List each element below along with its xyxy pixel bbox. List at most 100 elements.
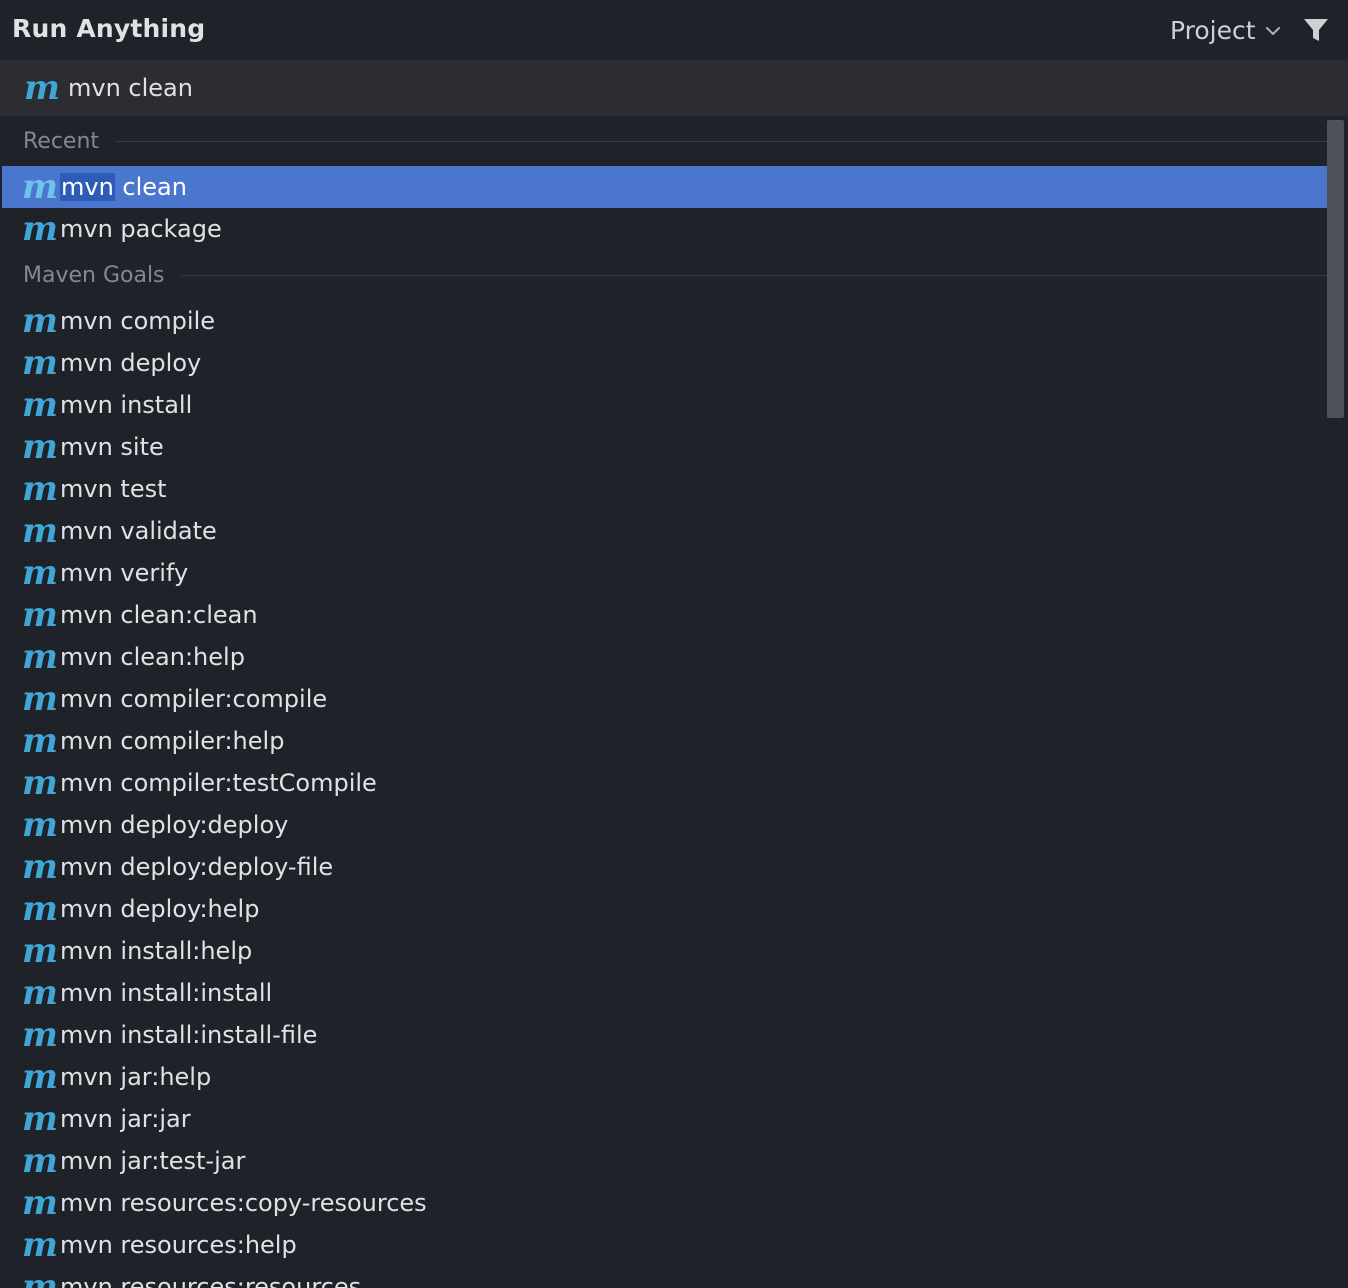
popup-header: Run Anything Project <box>0 0 1348 60</box>
maven-icon: m <box>22 1183 58 1223</box>
list-item-label: mvn validate <box>60 517 217 545</box>
list-item-label: mvn compiler:help <box>60 727 285 755</box>
list-item[interactable]: m mvn compiler:compile <box>0 678 1330 720</box>
list-item[interactable]: m mvn clean:help <box>0 636 1330 678</box>
list-item-label: mvn clean <box>60 173 187 201</box>
scope-dropdown[interactable]: Project <box>1170 14 1282 48</box>
list-item-label: mvn site <box>60 433 164 461</box>
maven-icon: m <box>22 301 58 341</box>
maven-icon: m <box>22 931 58 971</box>
group-label: Recent <box>23 128 100 154</box>
maven-icon: m <box>22 595 58 635</box>
list-item[interactable]: m mvn clean <box>2 166 1330 208</box>
maven-icon: m <box>22 889 58 929</box>
group-label: Maven Goals <box>23 262 165 288</box>
maven-icon: m <box>22 679 58 719</box>
group-divider <box>180 274 1330 276</box>
list-item-label: mvn compiler:testCompile <box>60 769 377 797</box>
list-item[interactable]: m mvn package <box>0 208 1330 250</box>
list-item-label: mvn deploy:help <box>60 895 260 923</box>
group-header-recent: Recent <box>0 116 1330 166</box>
list-item-label: mvn install:help <box>60 937 253 965</box>
list-item-label: mvn install:install <box>60 979 273 1007</box>
maven-icon: m <box>22 469 58 509</box>
maven-icon: m <box>22 553 58 593</box>
scope-label: Project <box>1170 16 1256 45</box>
list-item[interactable]: m mvn verify <box>0 552 1330 594</box>
list-item[interactable]: m mvn deploy:deploy <box>0 804 1330 846</box>
maven-icon: m <box>22 209 58 249</box>
search-input[interactable] <box>68 68 1308 108</box>
group-header-maven-goals: Maven Goals <box>0 250 1330 300</box>
list-item[interactable]: m mvn install <box>0 384 1330 426</box>
list-item[interactable]: m mvn jar:test-jar <box>0 1140 1330 1182</box>
maven-icon: m <box>22 511 58 551</box>
list-item[interactable]: m mvn test <box>0 468 1330 510</box>
list-item-label: mvn clean:help <box>60 643 245 671</box>
maven-icon: m <box>22 385 58 425</box>
list-item-label: mvn verify <box>60 559 189 587</box>
list-item-label: mvn jar:jar <box>60 1105 191 1133</box>
list-item[interactable]: m mvn install:install-file <box>0 1014 1330 1056</box>
maven-icon: m <box>22 1015 58 1055</box>
maven-icon: m <box>22 1225 58 1265</box>
maven-icon: m <box>22 637 58 677</box>
list-item-label: mvn resources:copy-resources <box>60 1189 427 1217</box>
list-item[interactable]: m mvn clean:clean <box>0 594 1330 636</box>
list-item[interactable]: m mvn install:help <box>0 930 1330 972</box>
list-item-label: mvn deploy <box>60 349 202 377</box>
list-item-label: mvn jar:help <box>60 1063 212 1091</box>
list-item[interactable]: m mvn jar:jar <box>0 1098 1330 1140</box>
list-item-label: mvn install:install-file <box>60 1021 318 1049</box>
list-item-label: mvn resources:resources <box>60 1273 362 1288</box>
maven-icon: m <box>22 1267 58 1288</box>
maven-icon: m <box>22 427 58 467</box>
list-item[interactable]: m mvn deploy:deploy-file <box>0 846 1330 888</box>
maven-icon: m <box>22 343 58 383</box>
list-item[interactable]: m mvn compile <box>0 300 1330 342</box>
run-anything-popup: Run Anything Project m Recent mmvn clean… <box>0 0 1348 1288</box>
scrollbar-thumb[interactable] <box>1327 120 1344 418</box>
results-list: Recent m mvn clean m mvn package Maven Goal… <box>0 116 1330 1288</box>
list-item[interactable]: m mvn resources:help <box>0 1224 1330 1266</box>
list-item[interactable]: m mvn resources:resources <box>0 1266 1330 1288</box>
list-item[interactable]: m mvn resources:copy-resources <box>0 1182 1330 1224</box>
list-item-label: mvn resources:help <box>60 1231 297 1259</box>
list-item[interactable]: m mvn compiler:help <box>0 720 1330 762</box>
list-item[interactable]: m mvn site <box>0 426 1330 468</box>
search-bar: m <box>0 60 1348 116</box>
list-item-label: mvn package <box>60 215 222 243</box>
maven-icon: m <box>22 167 58 207</box>
filter-icon[interactable] <box>1302 16 1330 44</box>
maven-icon: m <box>22 721 58 761</box>
list-item-label: mvn deploy:deploy-file <box>60 853 334 881</box>
maven-icon: m <box>22 973 58 1013</box>
maven-icon: m <box>22 1057 58 1097</box>
recent-items: m mvn clean m mvn package <box>0 166 1330 250</box>
maven-icon: m <box>22 805 58 845</box>
maven-goal-items: m mvn compile m mvn deploy m mvn install m mvn … <box>0 300 1330 1288</box>
maven-icon: m <box>22 763 58 803</box>
match-highlight: mvn <box>60 173 115 201</box>
list-item-label: mvn test <box>60 475 167 503</box>
list-item-label: mvn install <box>60 391 193 419</box>
maven-icon: m <box>22 1141 58 1181</box>
chevron-down-icon <box>1265 27 1280 35</box>
group-divider <box>115 140 1330 142</box>
label-rest: clean <box>114 173 187 201</box>
list-item-label: mvn jar:test-jar <box>60 1147 246 1175</box>
maven-icon: m <box>24 68 60 108</box>
maven-icon: m <box>22 847 58 887</box>
maven-icon: m <box>22 1099 58 1139</box>
list-item-label: mvn clean:clean <box>60 601 258 629</box>
list-item[interactable]: m mvn compiler:testCompile <box>0 762 1330 804</box>
list-item-label: mvn deploy:deploy <box>60 811 289 839</box>
list-item-label: mvn compiler:compile <box>60 685 328 713</box>
list-item[interactable]: m mvn deploy:help <box>0 888 1330 930</box>
list-item[interactable]: m mvn deploy <box>0 342 1330 384</box>
list-item[interactable]: m mvn validate <box>0 510 1330 552</box>
popup-title: Run Anything <box>12 14 206 43</box>
list-item-label: mvn compile <box>60 307 216 335</box>
list-item[interactable]: m mvn install:install <box>0 972 1330 1014</box>
list-item[interactable]: m mvn jar:help <box>0 1056 1330 1098</box>
